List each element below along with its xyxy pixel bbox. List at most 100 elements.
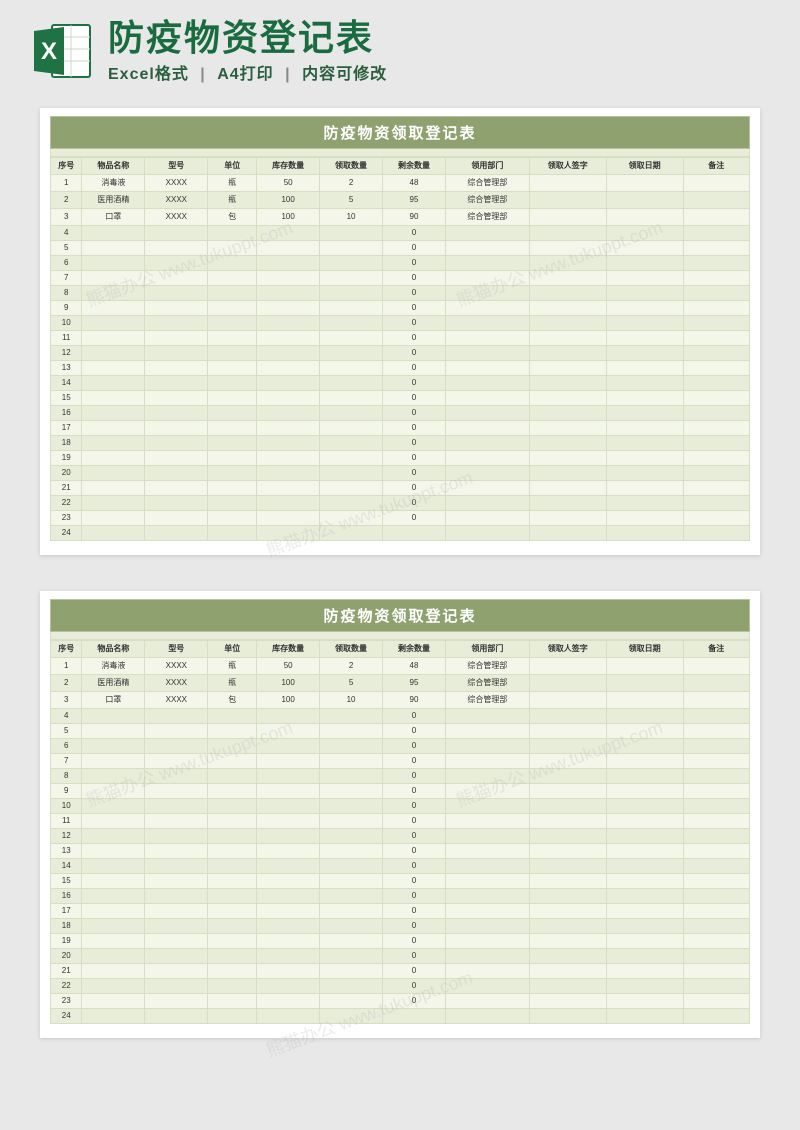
- cell-take: [320, 435, 383, 450]
- cell-date: [606, 225, 683, 240]
- table-row: 150: [51, 873, 750, 888]
- cell-sign: [529, 813, 606, 828]
- cell-stock: [257, 360, 320, 375]
- table-row: 2医用酒精XXXX瓶100595综合管理部: [51, 674, 750, 691]
- cell-model: [145, 1008, 208, 1023]
- column-header: 剩余数量: [383, 640, 446, 657]
- cell-sign: [529, 674, 606, 691]
- cell-model: [145, 225, 208, 240]
- cell-model: [145, 948, 208, 963]
- cell-dept: [445, 345, 529, 360]
- cell-take: [320, 783, 383, 798]
- cell-dept: [445, 798, 529, 813]
- cell-unit: [208, 783, 257, 798]
- cell-sign: [529, 858, 606, 873]
- cell-stock: [257, 993, 320, 1008]
- cell-remain: 0: [383, 903, 446, 918]
- cell-date: [606, 270, 683, 285]
- cell-model: [145, 240, 208, 255]
- cell-sign: [529, 525, 606, 540]
- cell-seq: 10: [51, 798, 82, 813]
- cell-remark: [683, 798, 749, 813]
- cell-dept: [445, 255, 529, 270]
- cell-sign: [529, 174, 606, 191]
- cell-dept: [445, 828, 529, 843]
- cell-unit: [208, 903, 257, 918]
- cell-date: [606, 888, 683, 903]
- cell-remain: 0: [383, 405, 446, 420]
- cell-stock: [257, 405, 320, 420]
- cell-name: [82, 450, 145, 465]
- cell-dept: [445, 360, 529, 375]
- cell-stock: [257, 873, 320, 888]
- spacer-row: [50, 632, 750, 640]
- cell-seq: 21: [51, 963, 82, 978]
- cell-take: [320, 858, 383, 873]
- cell-remain: 0: [383, 738, 446, 753]
- table-row: 50: [51, 723, 750, 738]
- table-row: 100: [51, 315, 750, 330]
- cell-take: [320, 255, 383, 270]
- cell-unit: 瓶: [208, 674, 257, 691]
- cell-date: [606, 813, 683, 828]
- cell-take: [320, 480, 383, 495]
- cell-name: [82, 420, 145, 435]
- column-header: 单位: [208, 157, 257, 174]
- column-header: 领用部门: [445, 157, 529, 174]
- cell-remark: [683, 828, 749, 843]
- column-header: 领取数量: [320, 157, 383, 174]
- column-header: 库存数量: [257, 157, 320, 174]
- cell-date: [606, 255, 683, 270]
- cell-unit: [208, 738, 257, 753]
- column-header: 库存数量: [257, 640, 320, 657]
- cell-date: [606, 691, 683, 708]
- cell-model: [145, 843, 208, 858]
- cell-seq: 1: [51, 657, 82, 674]
- cell-model: [145, 828, 208, 843]
- cell-model: [145, 813, 208, 828]
- column-header: 剩余数量: [383, 157, 446, 174]
- cell-unit: [208, 435, 257, 450]
- column-header: 领取日期: [606, 640, 683, 657]
- cell-model: [145, 903, 208, 918]
- cell-model: [145, 300, 208, 315]
- table-row: 200: [51, 465, 750, 480]
- cell-unit: [208, 525, 257, 540]
- cell-dept: [445, 435, 529, 450]
- cell-date: [606, 330, 683, 345]
- cell-seq: 15: [51, 873, 82, 888]
- cell-date: [606, 753, 683, 768]
- cell-remark: [683, 360, 749, 375]
- table-row: 1消毒液XXXX瓶50248综合管理部: [51, 174, 750, 191]
- sheet-preview-1: 防疫物资领取登记表序号物品名称型号单位库存数量领取数量剩余数量领用部门领取人签字…: [40, 108, 760, 555]
- cell-remain: [383, 525, 446, 540]
- cell-unit: [208, 708, 257, 723]
- cell-sign: [529, 360, 606, 375]
- cell-dept: [445, 420, 529, 435]
- cell-stock: [257, 285, 320, 300]
- cell-sign: [529, 300, 606, 315]
- cell-remain: 0: [383, 933, 446, 948]
- cell-name: [82, 858, 145, 873]
- cell-take: 2: [320, 174, 383, 191]
- cell-remark: [683, 480, 749, 495]
- table-row: 90: [51, 300, 750, 315]
- table-row: 210: [51, 963, 750, 978]
- cell-sign: [529, 657, 606, 674]
- cell-dept: [445, 1008, 529, 1023]
- cell-take: [320, 465, 383, 480]
- cell-remain: 90: [383, 208, 446, 225]
- cell-unit: [208, 495, 257, 510]
- cell-dept: [445, 843, 529, 858]
- cell-remark: [683, 753, 749, 768]
- cell-remain: 0: [383, 420, 446, 435]
- cell-unit: [208, 963, 257, 978]
- cell-name: [82, 963, 145, 978]
- cell-model: [145, 888, 208, 903]
- cell-unit: 瓶: [208, 174, 257, 191]
- cell-stock: [257, 978, 320, 993]
- cell-dept: [445, 480, 529, 495]
- cell-take: [320, 948, 383, 963]
- column-header: 领用部门: [445, 640, 529, 657]
- cell-name: [82, 315, 145, 330]
